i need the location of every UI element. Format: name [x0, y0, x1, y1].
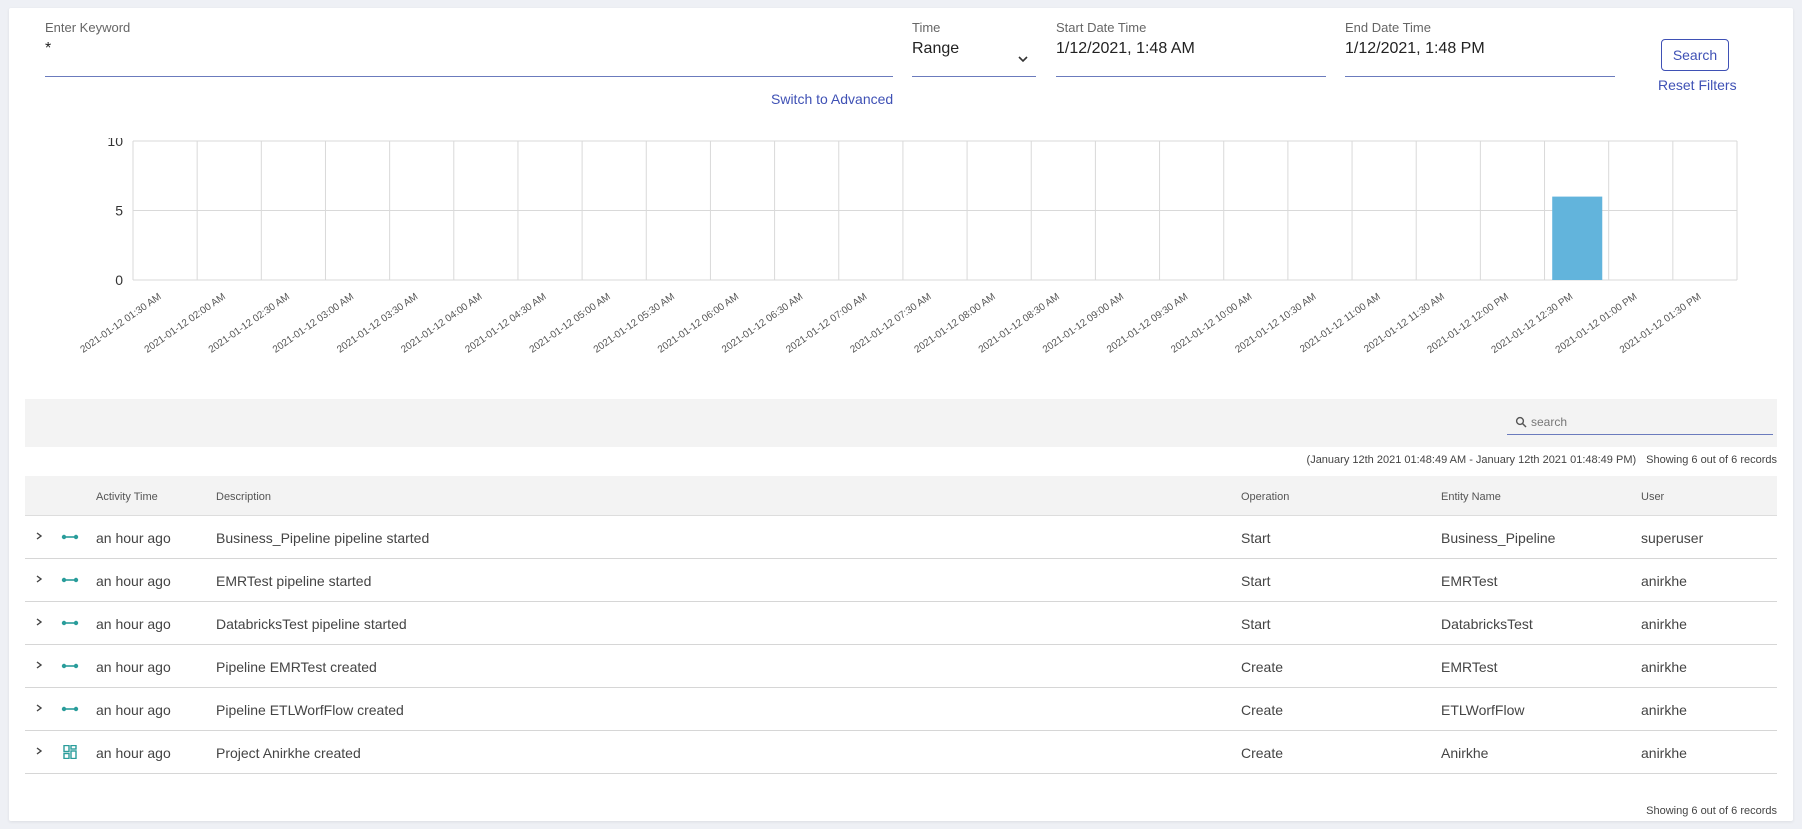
table-row[interactable]: an hour ago DatabricksTest pipeline start…	[25, 602, 1777, 645]
date-range-text: (January 12th 2021 01:48:49 AM - January…	[1306, 454, 1637, 466]
table-search[interactable]	[1507, 410, 1773, 435]
chevron-down-icon[interactable]	[1016, 52, 1030, 66]
time-underline	[912, 76, 1036, 77]
col-user[interactable]: User	[1641, 491, 1664, 503]
y-tick-label: 10	[107, 138, 123, 149]
end-datetime-value[interactable]: 1/12/2021, 1:48 PM	[1345, 40, 1615, 62]
expand-row-icon[interactable]	[34, 702, 44, 714]
start-datetime-value[interactable]: 1/12/2021, 1:48 AM	[1056, 40, 1326, 62]
cell-description: Pipeline ETLWorfFlow created	[216, 702, 404, 718]
table-row[interactable]: an hour ago Pipeline ETLWorfFlow created C…	[25, 688, 1777, 731]
bar[interactable]	[1552, 196, 1603, 280]
table-header: Activity Time Description Operation Enti…	[25, 476, 1777, 516]
col-entity-name[interactable]: Entity Name	[1441, 491, 1501, 503]
reset-filters-link[interactable]: Reset Filters	[1658, 77, 1737, 93]
table-row[interactable]: an hour ago Pipeline EMRTest created Creat…	[25, 645, 1777, 688]
pipeline-icon	[61, 534, 79, 540]
cell-description: Business_Pipeline pipeline started	[216, 530, 430, 546]
cell-entity-name: DatabricksTest	[1441, 616, 1533, 632]
cell-activity-time: an hour ago	[96, 745, 171, 761]
cell-user: anirkhe	[1641, 745, 1687, 761]
start-underline	[1056, 76, 1326, 77]
pipeline-icon	[61, 577, 79, 583]
cell-activity-time: an hour ago	[96, 659, 171, 675]
cell-entity-name: Anirkhe	[1441, 745, 1489, 761]
expand-row-icon[interactable]	[34, 616, 44, 628]
cell-description: Project Anirkhe created	[216, 745, 361, 761]
cell-activity-time: an hour ago	[96, 530, 171, 546]
cell-operation: Create	[1241, 659, 1284, 675]
cell-user: anirkhe	[1641, 702, 1687, 718]
y-tick-label: 0	[115, 272, 123, 288]
table-row[interactable]: an hour ago Project Anirkhe created Create…	[25, 731, 1777, 774]
activity-bar-chart: 05102021-01-12 01:30 AM2021-01-12 02:00 …	[78, 138, 1738, 356]
records-count: Showing 6 out of 6 records	[1646, 454, 1777, 466]
table-toolbar	[25, 399, 1777, 447]
cell-user: anirkhe	[1641, 573, 1687, 589]
expand-row-icon[interactable]	[34, 530, 44, 542]
cell-activity-time: an hour ago	[96, 616, 171, 632]
activity-table: Activity Time Description Operation Enti…	[25, 476, 1777, 774]
table-body: an hour ago Business_Pipeline pipeline st…	[25, 516, 1777, 774]
pipeline-icon	[61, 663, 79, 669]
cell-description: EMRTest pipeline started	[216, 573, 372, 589]
keyword-value[interactable]: *	[45, 40, 893, 62]
keyword-label: Enter Keyword	[45, 20, 131, 35]
cell-activity-time: an hour ago	[96, 573, 171, 589]
keyword-underline	[45, 76, 893, 77]
start-datetime-label: Start Date Time	[1056, 20, 1147, 35]
cell-entity-name: EMRTest	[1441, 659, 1498, 675]
search-icon	[1515, 416, 1527, 428]
cell-entity-name: EMRTest	[1441, 573, 1498, 589]
col-activity-time[interactable]: Activity Time	[96, 491, 158, 503]
records-count-footer: Showing 6 out of 6 records	[1646, 805, 1777, 817]
time-select[interactable]: Time Range	[912, 20, 1036, 80]
keyword-field[interactable]: Enter Keyword *	[45, 20, 893, 80]
table-row[interactable]: an hour ago Business_Pipeline pipeline st…	[25, 516, 1777, 559]
pipeline-icon	[61, 620, 79, 626]
col-description[interactable]: Description	[216, 491, 271, 503]
cell-operation: Create	[1241, 745, 1284, 761]
end-datetime-label: End Date Time	[1345, 20, 1431, 35]
activity-card: Enter Keyword * Time Range Start Date Ti…	[9, 8, 1793, 821]
y-tick-label: 5	[115, 203, 123, 219]
col-operation[interactable]: Operation	[1241, 491, 1289, 503]
cell-user: anirkhe	[1641, 616, 1687, 632]
cell-activity-time: an hour ago	[96, 702, 171, 718]
cell-description: DatabricksTest pipeline started	[216, 616, 407, 632]
end-underline	[1345, 76, 1615, 77]
start-datetime-field[interactable]: Start Date Time 1/12/2021, 1:48 AM	[1056, 20, 1326, 80]
cell-entity-name: ETLWorfFlow	[1441, 702, 1525, 718]
switch-to-advanced-link[interactable]: Switch to Advanced	[771, 91, 893, 107]
cell-user: anirkhe	[1641, 659, 1687, 675]
date-range-summary: (January 12th 2021 01:48:49 AM - January…	[1307, 454, 1777, 466]
project-icon	[63, 745, 77, 759]
expand-row-icon[interactable]	[34, 659, 44, 671]
cell-entity-name: Business_Pipeline	[1441, 530, 1556, 546]
search-button[interactable]: Search	[1661, 39, 1729, 71]
pipeline-icon	[61, 706, 79, 712]
expand-row-icon[interactable]	[34, 745, 44, 757]
cell-user: superuser	[1641, 530, 1704, 546]
time-label: Time	[912, 20, 941, 35]
end-datetime-field[interactable]: End Date Time 1/12/2021, 1:48 PM	[1345, 20, 1615, 80]
cell-operation: Start	[1241, 530, 1271, 546]
table-row[interactable]: an hour ago EMRTest pipeline started Start…	[25, 559, 1777, 602]
cell-operation: Create	[1241, 702, 1284, 718]
search-input[interactable]	[1531, 412, 1761, 432]
cell-operation: Start	[1241, 573, 1271, 589]
expand-row-icon[interactable]	[34, 573, 44, 585]
cell-operation: Start	[1241, 616, 1271, 632]
cell-description: Pipeline EMRTest created	[216, 659, 377, 675]
